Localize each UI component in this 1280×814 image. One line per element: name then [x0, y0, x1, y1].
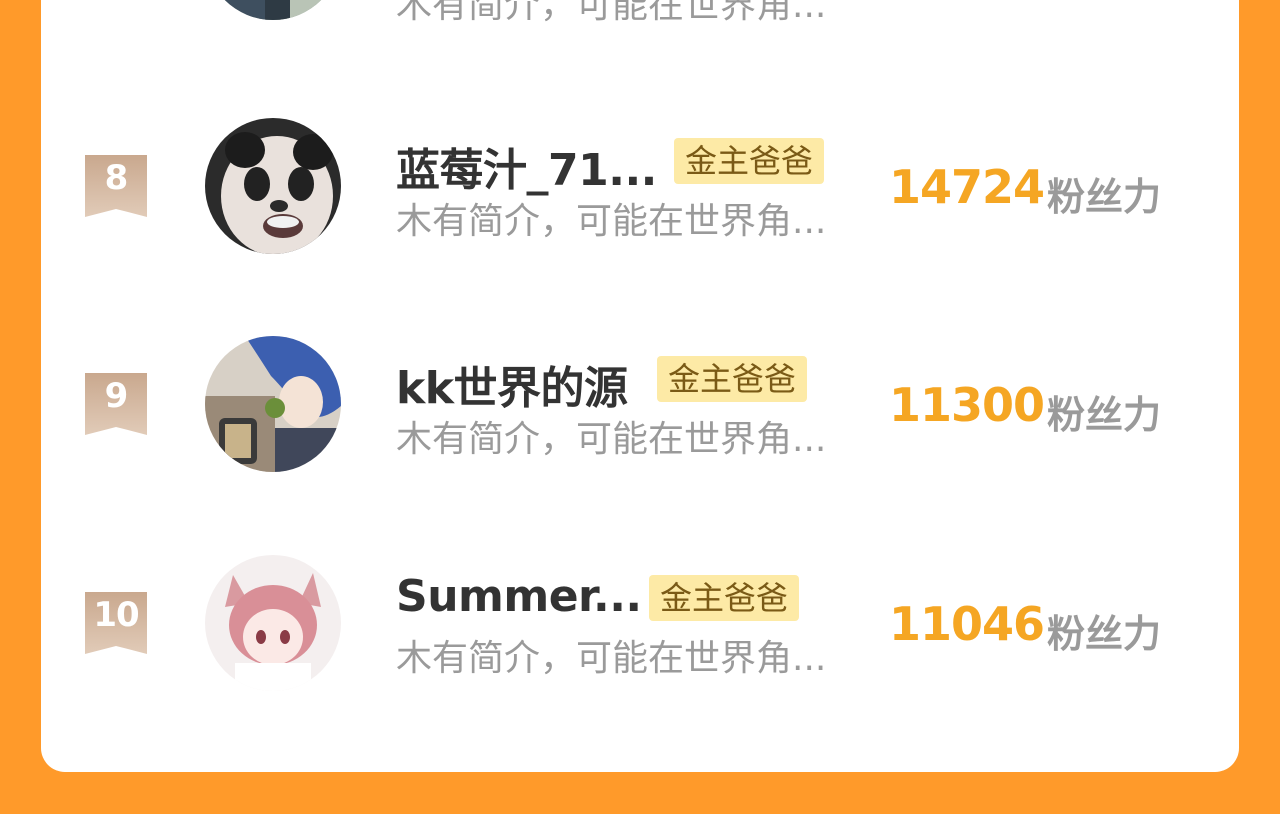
vip-badge: 金主爸爸	[649, 575, 800, 621]
ranking-card: 木有简介，可能在世界角... 8 蓝莓汁_71... 金主爸爸 木有简介，可能在…	[41, 0, 1239, 772]
list-item[interactable]: 10 Summer... 金主爸爸 木有简介，可能在世界角... 11046 粉…	[41, 555, 1239, 705]
avatar[interactable]	[205, 0, 341, 20]
fan-power-score: 11046	[889, 597, 1045, 651]
list-item[interactable]: 8 蓝莓汁_71... 金主爸爸 木有简介，可能在世界角... 14724 粉丝…	[41, 118, 1239, 268]
fan-power-score: 11300	[889, 378, 1045, 432]
user-name[interactable]: kk世界的源	[396, 352, 628, 416]
user-description: 木有简介，可能在世界角...	[396, 638, 827, 679]
rank-ribbon: 10	[85, 592, 147, 654]
user-description: 木有简介，可能在世界角...	[396, 419, 827, 460]
rank-ribbon: 8	[85, 155, 147, 217]
user-description: 木有简介，可能在世界角...	[396, 0, 827, 26]
user-name[interactable]: 蓝莓汁_71...	[396, 134, 657, 198]
vip-badge: 金主爸爸	[657, 356, 808, 402]
user-description: 木有简介，可能在世界角...	[396, 201, 827, 242]
vip-badge: 金主爸爸	[674, 138, 825, 184]
avatar[interactable]	[205, 336, 341, 472]
list-item[interactable]: 9 kk世界的源 金主爸爸 木有简介，可能在世界角... 11300 粉丝力	[41, 336, 1239, 486]
avatar[interactable]	[205, 118, 341, 254]
rank-ribbon: 9	[85, 373, 147, 435]
fan-power-score: 14724	[889, 160, 1045, 214]
fan-power-label: 粉丝力	[1047, 393, 1162, 437]
fan-power-label: 粉丝力	[1047, 175, 1162, 219]
fan-power-label: 粉丝力	[1047, 612, 1162, 656]
list-item[interactable]: 木有简介，可能在世界角...	[41, 0, 1239, 34]
user-name[interactable]: Summer...	[396, 571, 642, 622]
avatar[interactable]	[205, 555, 341, 691]
